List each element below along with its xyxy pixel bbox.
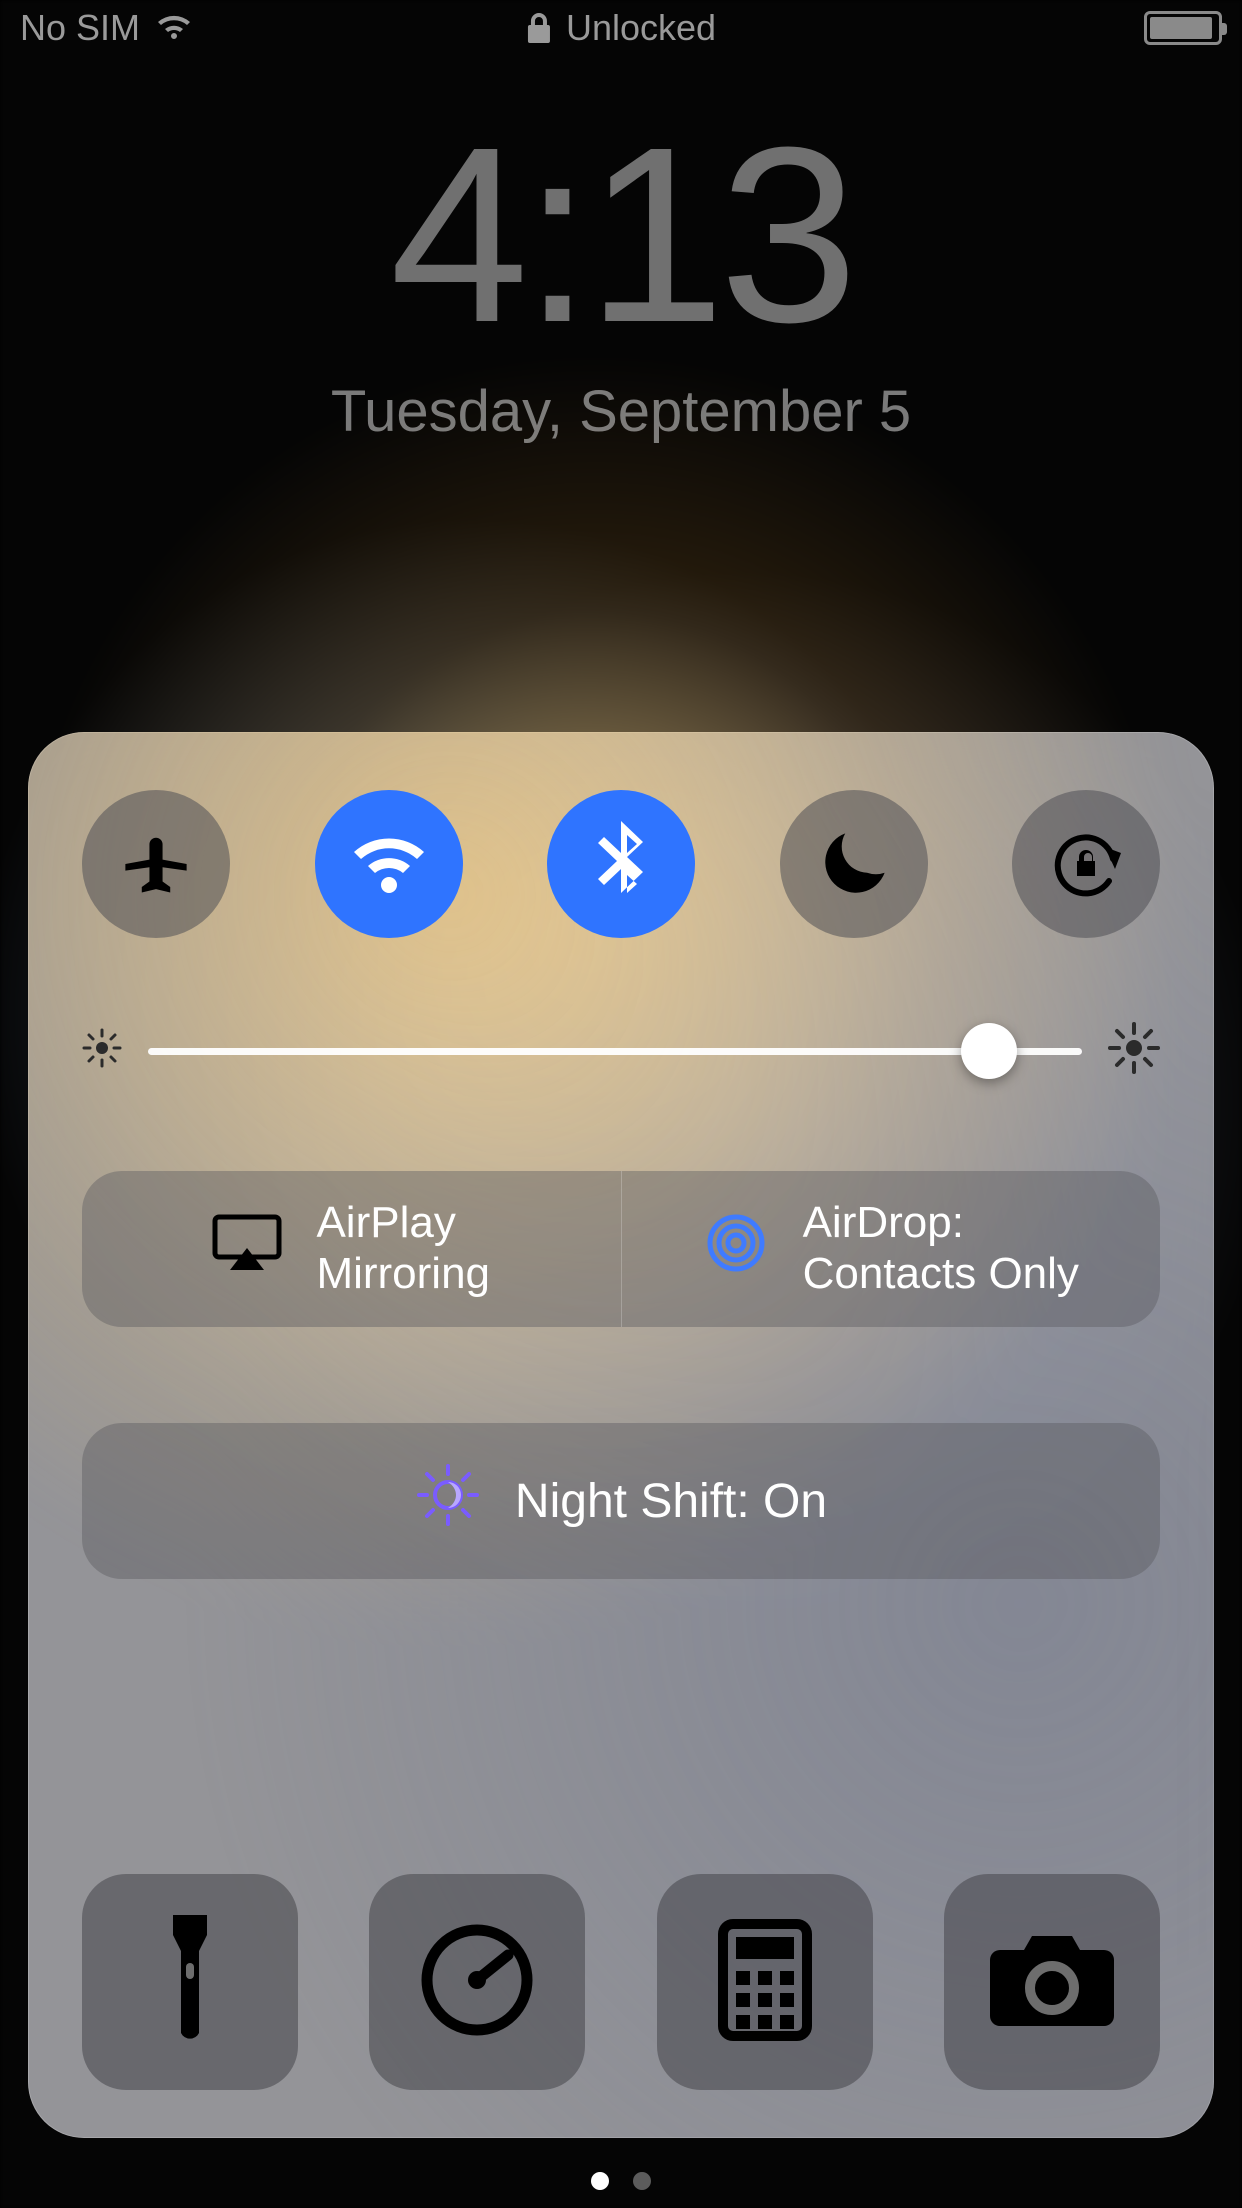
brightness-track [148,1048,1082,1055]
airplane-mode-toggle[interactable] [82,790,230,938]
quick-toggle-row [82,790,1160,938]
moon-icon [819,829,889,899]
flashlight-button[interactable] [82,1874,298,2090]
carrier-label: No SIM [20,7,140,49]
clock-date: Tuesday, September 5 [0,378,1242,445]
airplay-mirroring-button[interactable]: AirPlayMirroring [82,1171,622,1327]
airdrop-button[interactable]: AirDrop:Contacts Only [622,1171,1161,1327]
night-shift-icon [415,1462,481,1540]
wifi-status-icon [154,13,194,43]
brightness-thumb[interactable] [961,1023,1017,1079]
lock-screen-clock: 4:13 Tuesday, September 5 [0,110,1242,445]
airplay-label: AirPlayMirroring [316,1198,490,1299]
brightness-low-icon [82,1028,122,1073]
wifi-toggle[interactable] [315,790,463,938]
wifi-icon [348,831,430,897]
bluetooth-toggle[interactable] [547,790,695,938]
lock-icon [526,11,552,45]
calculator-button[interactable] [657,1874,873,2090]
airdrop-label: AirDrop:Contacts Only [803,1198,1079,1299]
battery-icon [1144,11,1222,45]
night-shift-button[interactable]: Night Shift: On [82,1423,1160,1579]
control-center-pager[interactable] [591,2172,651,2190]
airplay-airdrop-row: AirPlayMirroring AirDrop:Contacts Only [82,1171,1160,1327]
clock-time: 4:13 [0,110,1242,360]
camera-icon [988,1932,1116,2033]
airplane-icon [121,829,191,899]
rotation-lock-toggle[interactable] [1012,790,1160,938]
night-shift-label: Night Shift: On [515,1474,827,1529]
brightness-high-icon [1108,1022,1160,1079]
control-center-panel: AirPlayMirroring AirDrop:Contacts Only [28,732,1214,2138]
flashlight-icon [155,1915,225,2050]
camera-button[interactable] [944,1874,1160,2090]
timer-icon [418,1921,536,2044]
do-not-disturb-toggle[interactable] [780,790,928,938]
status-bar: No SIM Unlocked [0,0,1242,56]
app-shortcut-row [82,1814,1160,2090]
page-dot-1[interactable] [591,2172,609,2190]
airdrop-icon [703,1210,769,1288]
page-dot-2[interactable] [633,2172,651,2190]
timer-button[interactable] [369,1874,585,2090]
lock-status-label: Unlocked [566,7,716,49]
airplay-icon [212,1214,282,1284]
calculator-icon [718,1919,812,2046]
brightness-slider-row [82,1022,1160,1079]
rotation-lock-icon [1047,825,1125,903]
bluetooth-icon [596,821,646,907]
brightness-slider[interactable] [148,1023,1082,1079]
